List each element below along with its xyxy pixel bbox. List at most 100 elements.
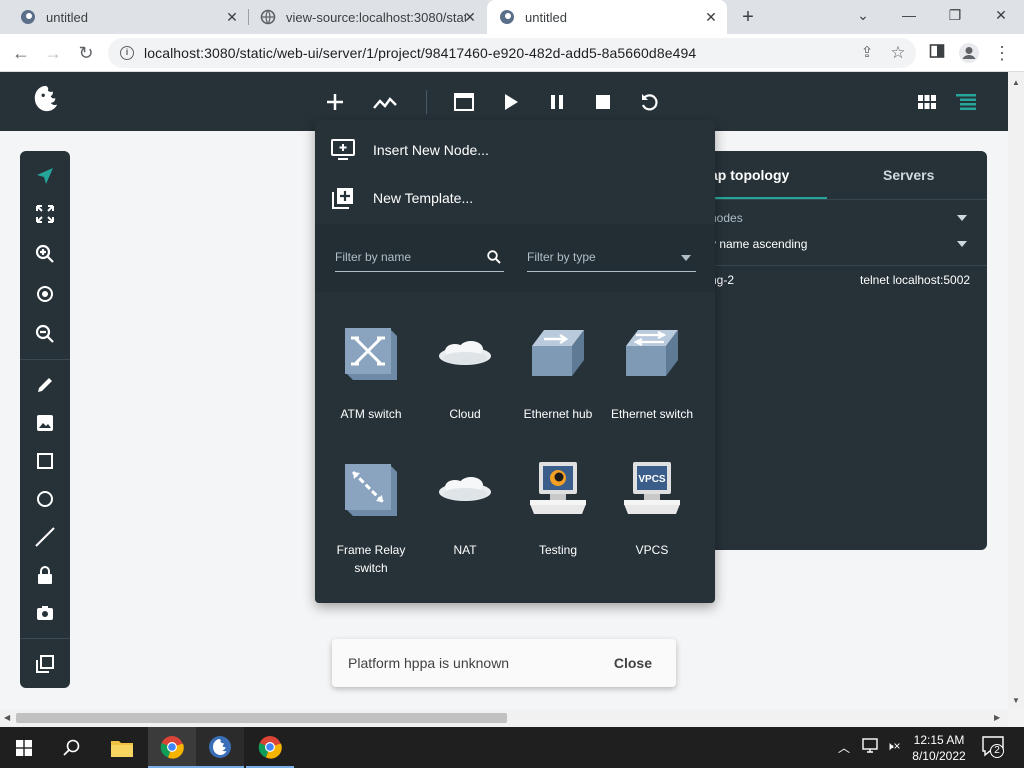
ethernet-switch-icon	[626, 330, 678, 376]
kebab-menu-icon[interactable]: ⋮	[991, 42, 1013, 64]
zoom-out-icon[interactable]	[32, 321, 58, 347]
chrome-taskbar-icon-2[interactable]	[246, 727, 294, 768]
reload-nodes-icon[interactable]	[635, 88, 663, 116]
dropdown-arrow-icon	[957, 215, 967, 221]
header-divider	[426, 90, 427, 114]
bookmark-star-icon[interactable]: ☆	[887, 42, 909, 64]
draw-rectangle-icon[interactable]	[32, 448, 58, 474]
start-play-icon[interactable]	[497, 88, 525, 116]
show-hidden-icons-chevron-icon[interactable]: ︿	[838, 739, 850, 756]
gns3-logo-icon[interactable]	[32, 85, 60, 113]
tab-servers[interactable]: Servers	[827, 151, 987, 199]
add-node-plus-icon[interactable]	[321, 88, 349, 116]
taskbar-search-icon[interactable]	[48, 727, 96, 768]
node-console-address[interactable]: telnet localhost:5002	[860, 273, 970, 287]
template-ethernet-switch[interactable]: Ethernet switch	[605, 324, 699, 434]
frame-relay-switch-icon	[345, 464, 397, 516]
lock-icon[interactable]	[32, 562, 58, 588]
layers-icon[interactable]	[32, 651, 58, 677]
new-template-menu-item[interactable]: New Template...	[315, 174, 715, 222]
topology-summary-list-icon[interactable]	[952, 88, 980, 116]
network-icon[interactable]	[862, 738, 880, 759]
tab-search-chevron-icon[interactable]: ⌄	[848, 4, 878, 26]
tab-title: view-source:localhost:3080/static	[286, 9, 466, 25]
template-ethernet-hub[interactable]: Ethernet hub	[511, 324, 605, 434]
template-label: Cloud	[449, 407, 481, 421]
insert-new-node-menu-item[interactable]: Insert New Node...	[315, 126, 715, 174]
tab-close-icon[interactable]: ✕	[224, 9, 240, 25]
gns3-favicon-icon	[20, 9, 36, 25]
draw-line-icon[interactable]	[32, 524, 58, 550]
vertical-scrollbar[interactable]: ▲ ▼	[1008, 72, 1024, 709]
scroll-left-arrow-icon[interactable]: ◀	[4, 713, 10, 722]
side-panel-icon[interactable]	[926, 42, 948, 64]
edit-pencil-icon[interactable]	[32, 372, 58, 398]
browser-tab-1[interactable]: untitled ✕	[0, 0, 248, 34]
template-atm-switch[interactable]: ATM switch	[324, 324, 418, 434]
panel-divider	[690, 199, 987, 200]
close-window-button[interactable]: ✕	[986, 4, 1016, 26]
gns3-taskbar-icon[interactable]	[196, 727, 244, 768]
tools-divider	[20, 638, 70, 639]
insert-image-icon[interactable]	[32, 410, 58, 436]
console-window-icon[interactable]	[450, 88, 478, 116]
template-label: Frame Relay switch	[336, 543, 406, 575]
sort-order-select[interactable]: y name ascending	[690, 233, 987, 255]
dropdown-arrow-icon	[681, 255, 691, 261]
grid-view-icon[interactable]	[913, 88, 941, 116]
forward-arrow-icon[interactable]: →	[42, 42, 64, 64]
chrome-taskbar-icon[interactable]	[148, 727, 196, 768]
reload-icon[interactable]: ↻	[75, 42, 97, 64]
tab-close-icon[interactable]: ✕	[462, 9, 478, 25]
search-icon[interactable]	[487, 250, 501, 264]
volume-muted-icon[interactable]: 🕨×	[886, 739, 901, 754]
template-frame-relay-switch[interactable]: Frame Relay switch	[324, 460, 418, 575]
stop-icon[interactable]	[589, 88, 617, 116]
horizontal-scroll-thumb[interactable]	[16, 713, 507, 723]
site-info-icon[interactable]: i	[120, 46, 134, 60]
topology-summary-panel: ap topology Servers nodes y name ascendi…	[690, 151, 987, 550]
node-list-item[interactable]: ng-2 telnet localhost:5002	[690, 269, 987, 291]
draw-ellipse-icon[interactable]	[32, 486, 58, 512]
scroll-right-arrow-icon[interactable]: ▶	[994, 713, 1000, 722]
horizontal-scrollbar[interactable]: ◀ ▶	[0, 709, 1008, 727]
windows-start-icon[interactable]	[0, 727, 48, 768]
address-bar[interactable]: i localhost:3080/static/web-ui/server/1/…	[108, 38, 916, 68]
filter-by-type-select[interactable]: Filter by type	[527, 244, 696, 272]
pause-icon[interactable]	[543, 88, 571, 116]
url-text[interactable]: localhost:3080/static/web-ui/server/1/pr…	[144, 45, 696, 61]
back-arrow-icon[interactable]: ←	[10, 42, 32, 64]
scroll-down-arrow-icon[interactable]: ▼	[1012, 696, 1020, 705]
template-label: Ethernet hub	[523, 407, 593, 421]
share-icon[interactable]: ⇪	[856, 42, 878, 64]
template-testing[interactable]: Testing	[511, 460, 605, 570]
select-navigation-icon[interactable]	[32, 163, 58, 189]
taskbar-clock[interactable]: 12:15 AM 8/10/2022	[910, 732, 968, 764]
notification-center-icon[interactable]: 2	[982, 736, 1006, 763]
scroll-up-arrow-icon[interactable]: ▲	[1012, 78, 1020, 87]
template-label: VPCS	[635, 543, 669, 557]
browser-tab-2[interactable]: view-source:localhost:3080/static ✕	[248, 0, 486, 34]
fit-to-screen-icon[interactable]	[32, 201, 58, 227]
add-node-menu: Insert New Node... New Template... Filte…	[315, 120, 715, 603]
restore-button[interactable]: ❐	[940, 4, 970, 26]
template-cloud[interactable]: Cloud	[418, 324, 512, 434]
filter-by-name-field[interactable]	[335, 244, 504, 272]
profile-avatar-icon[interactable]	[958, 42, 980, 64]
template-nat[interactable]: NAT	[418, 460, 512, 570]
clock-date: 8/10/2022	[912, 749, 966, 763]
sort-order-label: y name ascending	[710, 237, 808, 251]
minimize-button[interactable]: —	[894, 4, 924, 26]
template-vpcs[interactable]: VPCS VPCS	[605, 460, 699, 570]
screenshot-camera-icon[interactable]	[32, 600, 58, 626]
filter-by-name-input[interactable]	[335, 250, 475, 264]
traffic-capture-chart-icon[interactable]	[371, 88, 399, 116]
reset-zoom-target-icon[interactable]	[32, 281, 58, 307]
snackbar-close-button[interactable]: Close	[614, 655, 652, 671]
file-explorer-icon[interactable]	[98, 727, 146, 768]
zoom-in-icon[interactable]	[32, 241, 58, 267]
node-filter-select[interactable]: nodes	[690, 207, 987, 229]
new-tab-button[interactable]: +	[736, 6, 760, 28]
tab-close-icon[interactable]: ✕	[703, 9, 719, 25]
browser-tab-3-active[interactable]: untitled ✕	[487, 0, 727, 34]
